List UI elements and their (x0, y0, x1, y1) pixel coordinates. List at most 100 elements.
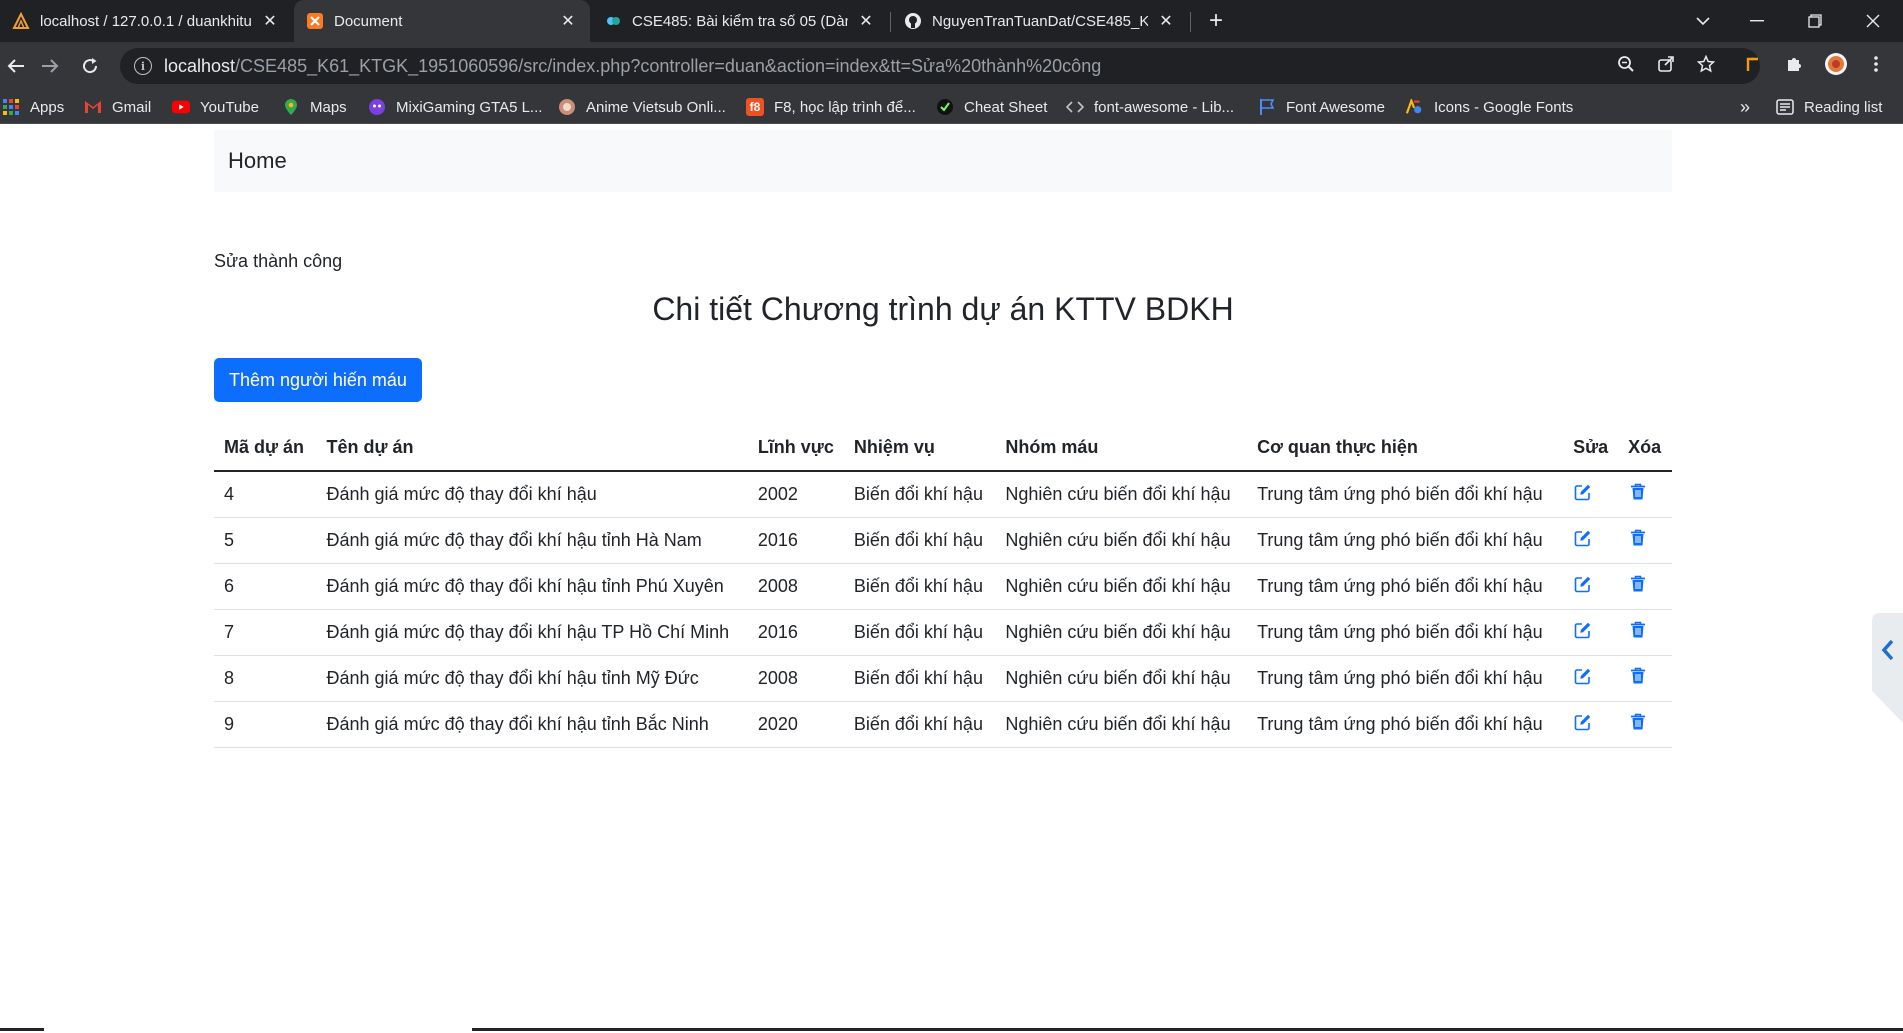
share-icon[interactable] (1652, 50, 1680, 78)
bookmark-label: MixiGaming GTA5 L... (396, 98, 543, 116)
browser-toolbar: i localhost/CSE485_K61_KTGK_1951060596/s… (0, 42, 1903, 90)
close-tab-icon[interactable]: ✕ (856, 11, 876, 31)
back-arrow-icon[interactable] (0, 50, 32, 82)
trash-icon[interactable] (1628, 528, 1648, 548)
trash-icon[interactable] (1628, 574, 1648, 594)
group-cell: Nghiên cứu biến đổi khí hậu (995, 609, 1248, 656)
tab-github[interactable]: NguyenTranTuanDat/CSE485_K6 ✕ (892, 0, 1188, 42)
project-name-cell: Đánh giá mức độ thay đổi khí hậu (316, 471, 748, 518)
project-id-cell: 7 (214, 609, 317, 656)
task-cell: Biến đổi khí hậu (843, 655, 996, 702)
delete-cell (1618, 517, 1672, 564)
bottom-divider (472, 1028, 1903, 1031)
trash-icon[interactable] (1628, 482, 1648, 502)
bookmark-gmail[interactable]: Gmail (84, 90, 151, 124)
edit-icon[interactable] (1573, 574, 1593, 594)
tab-title: Document (334, 12, 403, 30)
trash-icon[interactable] (1628, 712, 1648, 732)
address-bar[interactable]: i localhost/CSE485_K61_KTGK_1951060596/s… (120, 48, 1760, 84)
field-cell: 2008 (747, 563, 844, 610)
bookmark-google-fonts[interactable]: Icons - Google Fonts (1406, 90, 1573, 124)
close-window-icon[interactable] (1848, 0, 1898, 42)
tab-title: localhost / 127.0.0.1 / duankhituc (40, 12, 252, 30)
field-cell: 2002 (747, 471, 844, 518)
trash-icon[interactable] (1628, 620, 1648, 640)
bookmark-apps[interactable]: Apps (2, 90, 64, 124)
cheat-sheet-icon (936, 98, 954, 116)
column-header: Mã dự án (214, 425, 317, 472)
bookmark-f8[interactable]: f8 F8, học lập trình để... (746, 90, 916, 124)
close-tab-icon[interactable]: ✕ (558, 11, 578, 31)
reading-list-button[interactable]: Reading list (1776, 90, 1882, 124)
bookmark-mixigaming[interactable]: MixiGaming GTA5 L... (368, 90, 542, 124)
tab-cse485[interactable]: CSE485: Bài kiểm tra số 05 (Dành ✕ (592, 0, 888, 42)
task-cell: Biến đổi khí hậu (843, 471, 996, 518)
bottom-divider (0, 1028, 44, 1031)
minimize-icon[interactable] (1732, 0, 1782, 42)
forward-arrow-icon[interactable] (34, 50, 66, 82)
reload-icon[interactable] (74, 50, 106, 82)
bookmark-label: YouTube (200, 98, 259, 116)
side-panel-toggle[interactable] (1868, 613, 1903, 723)
tab-document[interactable]: Document ✕ (294, 0, 590, 42)
table-body: 4 Đánh giá mức độ thay đổi khí hậu 2002 Biế… (214, 471, 1672, 748)
project-name-cell: Đánh giá mức độ thay đổi khí hậu tỉnh Hà… (316, 517, 748, 564)
edit-cell (1563, 517, 1619, 564)
edit-icon[interactable] (1573, 528, 1593, 548)
site-info-icon[interactable]: i (134, 57, 152, 75)
navbar: Home (214, 130, 1672, 192)
task-cell: Biến đổi khí hậu (843, 609, 996, 656)
agency-cell: Trung tâm ứng phó biến đổi khí hậu (1247, 471, 1564, 518)
column-header: Xóa (1618, 425, 1672, 472)
zoom-icon[interactable] (1612, 50, 1640, 78)
extensions-puzzle-icon[interactable] (1780, 50, 1808, 78)
bookmark-cheat-sheet[interactable]: Cheat Sheet (936, 90, 1047, 124)
close-tab-icon[interactable]: ✕ (1156, 11, 1176, 31)
tab-phpmyadmin[interactable]: localhost / 127.0.0.1 / duankhituc ✕ (0, 0, 292, 42)
extension-arrow-icon[interactable] (1740, 50, 1768, 78)
column-header: Nhóm máu (995, 425, 1248, 472)
field-cell: 2008 (747, 655, 844, 702)
edit-icon[interactable] (1573, 712, 1593, 732)
group-cell: Nghiên cứu biến đổi khí hậu (995, 517, 1248, 564)
edit-icon[interactable] (1573, 482, 1593, 502)
project-id-cell: 6 (214, 563, 317, 610)
bookmark-anime[interactable]: Anime Vietsub Onli... (558, 90, 726, 124)
bookmark-font-awesome-lib[interactable]: font-awesome - Lib... (1066, 90, 1234, 124)
delete-cell (1618, 609, 1672, 656)
loading-icon (604, 12, 622, 30)
column-header: Lĩnh vực (747, 425, 844, 472)
trash-icon[interactable] (1628, 666, 1648, 686)
bookmark-star-icon[interactable] (1692, 50, 1720, 78)
table-row: 9 Đánh giá mức độ thay đổi khí hậu tỉnh B… (214, 701, 1672, 748)
bookmarks-overflow-button[interactable]: » (1740, 90, 1750, 124)
add-donor-button[interactable]: Thêm người hiến máu (214, 358, 422, 402)
edit-icon[interactable] (1573, 666, 1593, 686)
bookmark-label: Gmail (112, 98, 152, 116)
tab-separator (1190, 12, 1191, 32)
page-title: Chi tiết Chương trình dự án KTTV BDKH (652, 291, 1234, 327)
tab-search-chevron-icon[interactable] (1678, 0, 1728, 42)
delete-cell (1618, 563, 1672, 610)
project-id-cell: 5 (214, 517, 317, 564)
restore-icon[interactable] (1790, 0, 1840, 42)
maps-icon (282, 98, 300, 116)
bookmark-maps[interactable]: Maps (282, 90, 347, 124)
column-header: Sửa (1563, 425, 1619, 472)
new-tab-button[interactable]: + (1203, 8, 1229, 34)
project-id-cell: 8 (214, 655, 317, 702)
bookmark-font-awesome[interactable]: Font Awesome (1258, 90, 1385, 124)
navbar-home-link[interactable]: Home (228, 148, 287, 174)
project-name-cell: Đánh giá mức độ thay đổi khí hậu tỉnh Ph… (316, 563, 748, 610)
close-tab-icon[interactable]: ✕ (260, 11, 280, 31)
bookmark-youtube[interactable]: YouTube (172, 90, 259, 124)
edit-icon[interactable] (1573, 620, 1593, 640)
group-cell: Nghiên cứu biến đổi khí hậu (995, 471, 1248, 518)
browser-menu-icon[interactable] (1862, 50, 1890, 78)
profile-avatar-icon[interactable] (1822, 50, 1850, 78)
browser-tab-strip: localhost / 127.0.0.1 / duankhituc ✕ Doc… (0, 0, 1903, 42)
project-id-cell: 9 (214, 701, 317, 748)
task-cell: Biến đổi khí hậu (843, 517, 996, 564)
google-fonts-icon (1406, 98, 1424, 116)
agency-cell: Trung tâm ứng phó biến đổi khí hậu (1247, 609, 1564, 656)
